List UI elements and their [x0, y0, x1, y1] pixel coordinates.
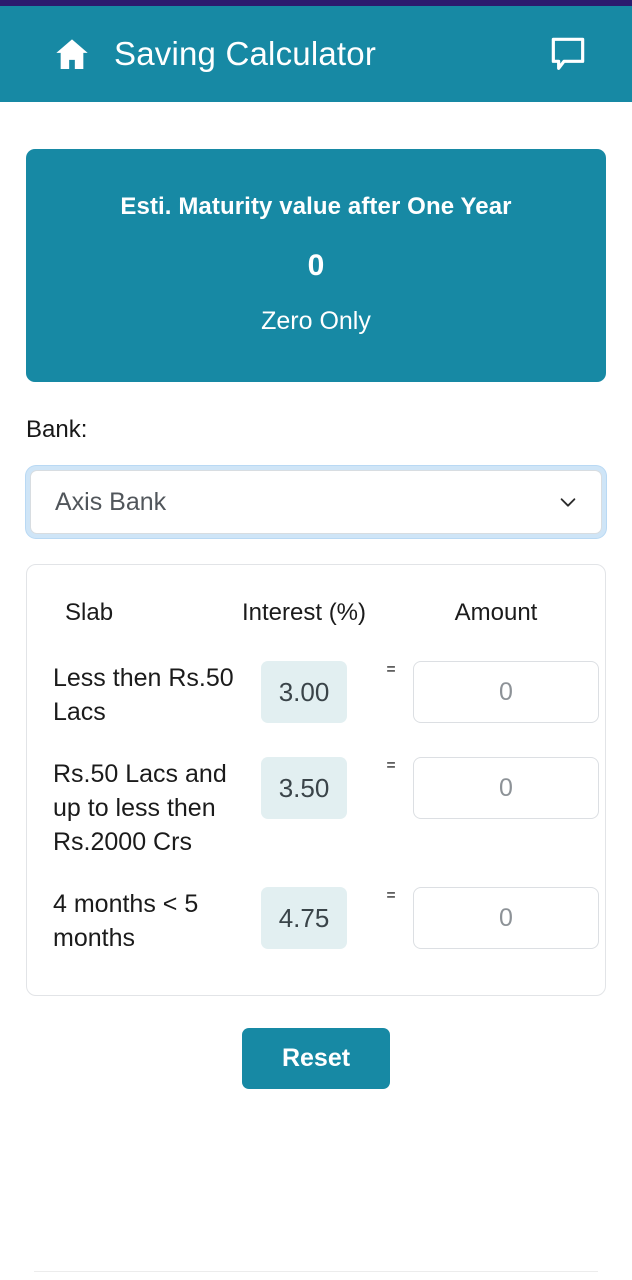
interest-cell: 3.00	[239, 661, 369, 723]
maturity-title: Esti. Maturity value after One Year	[120, 193, 512, 220]
interest-value: 3.50	[261, 757, 347, 819]
amount-input[interactable]: 0	[413, 661, 599, 723]
app-title: Saving Calculator	[114, 35, 377, 72]
amount-input[interactable]: 0	[413, 887, 599, 949]
interest-value: 3.00	[261, 661, 347, 723]
bank-label: Bank:	[26, 416, 88, 443]
bank-select-wrapper[interactable]: Axis Bank	[26, 466, 606, 538]
app-header: Saving Calculator	[0, 6, 632, 102]
slab-description: Rs.50 Lacs and up to less then Rs.2000 C…	[53, 760, 227, 856]
equals-sign: =	[386, 661, 396, 678]
amount-cell: 0	[413, 757, 599, 819]
actions-row: Reset	[26, 1028, 606, 1089]
equals-sign: =	[386, 757, 396, 774]
column-header-slab: Slab	[65, 599, 114, 626]
slab-table: Slab Interest (%) Amount Less then Rs.50…	[26, 564, 606, 996]
table-row: Rs.50 Lacs and up to less then Rs.2000 C…	[53, 743, 599, 873]
maturity-card: Esti. Maturity value after One Year 0 Ze…	[26, 149, 606, 382]
home-icon[interactable]	[52, 34, 92, 74]
reset-button[interactable]: Reset	[241, 1028, 391, 1089]
chat-bubble-icon[interactable]	[548, 34, 588, 74]
app-screen: Saving Calculator Esti. Maturity value a…	[0, 0, 632, 1280]
amount-input[interactable]: 0	[413, 757, 599, 819]
maturity-value: 0	[307, 249, 325, 282]
column-header-interest: Interest (%)	[241, 599, 367, 626]
column-header-amount: Amount	[454, 599, 538, 626]
bottom-divider	[34, 1271, 598, 1272]
amount-cell: 0	[413, 661, 599, 723]
slab-description: 4 months < 5 months	[53, 890, 199, 952]
interest-cell: 4.75	[239, 887, 369, 949]
maturity-value-words: Zero Only	[261, 307, 371, 335]
interest-value: 4.75	[261, 887, 347, 949]
table-row: Less then Rs.50 Lacs 3.00 = 0	[53, 647, 599, 743]
amount-cell: 0	[413, 887, 599, 949]
equals-sign: =	[386, 887, 396, 904]
slab-description: Less then Rs.50 Lacs	[53, 664, 234, 726]
bank-select[interactable]: Axis Bank	[30, 470, 602, 534]
chevron-down-icon	[557, 491, 579, 513]
table-row: 4 months < 5 months 4.75 = 0	[53, 873, 599, 969]
table-header-row: Slab Interest (%) Amount	[53, 587, 579, 647]
interest-cell: 3.50	[239, 757, 369, 819]
content-area: Esti. Maturity value after One Year 0 Ze…	[0, 149, 632, 1089]
bank-select-value: Axis Bank	[55, 487, 167, 516]
